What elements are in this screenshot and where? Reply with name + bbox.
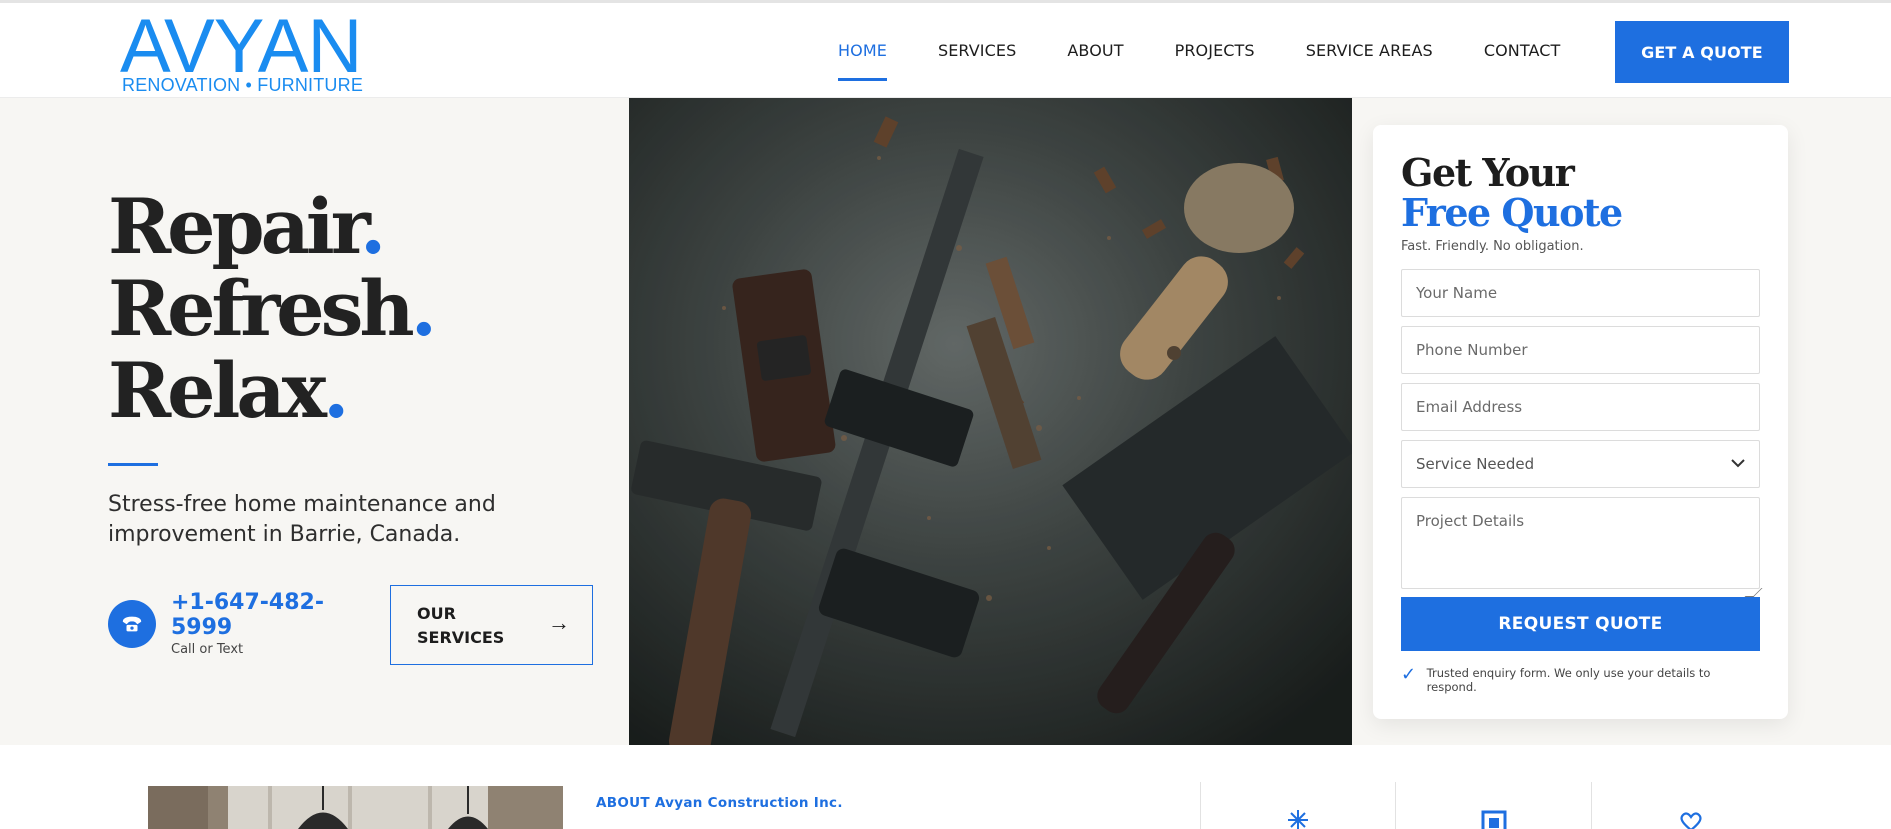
accent-divider xyxy=(108,463,158,466)
feature-divider xyxy=(1591,782,1592,829)
get-a-quote-button[interactable]: GET A QUOTE xyxy=(1615,21,1789,83)
service-select[interactable]: Service Needed xyxy=(1401,440,1760,488)
checkmark-icon: ✓ xyxy=(1401,664,1417,685)
main-nav: HOME SERVICES ABOUT PROJECTS SERVICE ARE… xyxy=(838,3,1611,98)
heart-icon xyxy=(1677,808,1705,829)
headline-line-2: Refresh. xyxy=(108,264,437,353)
arrow-right-icon: → xyxy=(548,610,570,635)
phone-field[interactable] xyxy=(1401,326,1760,374)
nav-item-contact[interactable]: CONTACT xyxy=(1484,3,1561,98)
hero-headline: Repair. Refresh. Relax. xyxy=(108,186,437,435)
headline-line-1: Repair. xyxy=(108,182,386,271)
feature-divider xyxy=(1395,782,1396,829)
email-field[interactable] xyxy=(1401,383,1760,431)
request-quote-button[interactable]: REQUEST QUOTE xyxy=(1401,597,1760,651)
our-services-button[interactable]: OUR SERVICES → xyxy=(390,585,593,665)
our-services-label: OUR SERVICES xyxy=(417,604,505,647)
about-section-label: ABOUT Avyan Construction Inc. xyxy=(596,795,843,811)
resize-handle-icon[interactable] xyxy=(1744,588,1763,597)
brand-name: AVYAN xyxy=(120,4,362,89)
phone-icon[interactable] xyxy=(108,600,156,648)
brand-logo[interactable]: AVYAN RENOVATION • FURNITURE xyxy=(120,4,380,96)
phone-contact[interactable]: +1-647-482-5999 Call or Text xyxy=(108,590,348,660)
headline-line-3: Relax. xyxy=(108,346,350,435)
square-icon xyxy=(1480,808,1508,829)
nav-item-services[interactable]: SERVICES xyxy=(938,3,1016,98)
nav-item-about[interactable]: ABOUT xyxy=(1067,3,1123,98)
trust-text: Trusted enquiry form. We only use your d… xyxy=(1426,666,1711,694)
project-details-field[interactable] xyxy=(1401,497,1760,589)
site-header: AVYAN RENOVATION • FURNITURE HOME SERVIC… xyxy=(0,3,1891,98)
nav-item-home[interactable]: HOME xyxy=(838,3,887,98)
hero-section: Repair. Refresh. Relax. Stress-free home… xyxy=(0,98,1891,745)
nav-item-projects[interactable]: PROJECTS xyxy=(1175,3,1255,98)
form-title-line-1: Get Your xyxy=(1401,150,1575,195)
quote-form-card: Get Your Free Quote Fast. Friendly. No o… xyxy=(1373,125,1788,719)
hero-subtitle: Stress-free home maintenance and improve… xyxy=(108,492,496,547)
chevron-down-icon xyxy=(1731,456,1745,472)
name-field[interactable] xyxy=(1401,269,1760,317)
feature-divider xyxy=(1200,782,1201,829)
service-select-value: Service Needed xyxy=(1416,455,1535,473)
sparkle-icon xyxy=(1284,808,1312,829)
form-subtitle: Fast. Friendly. No obligation. xyxy=(1401,239,1584,254)
trust-note: ✓ Trusted enquiry form. We only use your… xyxy=(1401,664,1760,694)
form-title-line-2: Free Quote xyxy=(1401,190,1623,235)
phone-number[interactable]: +1-647-482-5999 xyxy=(171,590,351,640)
about-image xyxy=(148,786,563,829)
nav-item-service-areas[interactable]: SERVICE AREAS xyxy=(1306,3,1433,98)
hero-tools-photo xyxy=(629,98,1352,745)
phone-caption: Call or Text xyxy=(171,642,244,657)
brand-tagline: RENOVATION • FURNITURE xyxy=(122,75,364,95)
